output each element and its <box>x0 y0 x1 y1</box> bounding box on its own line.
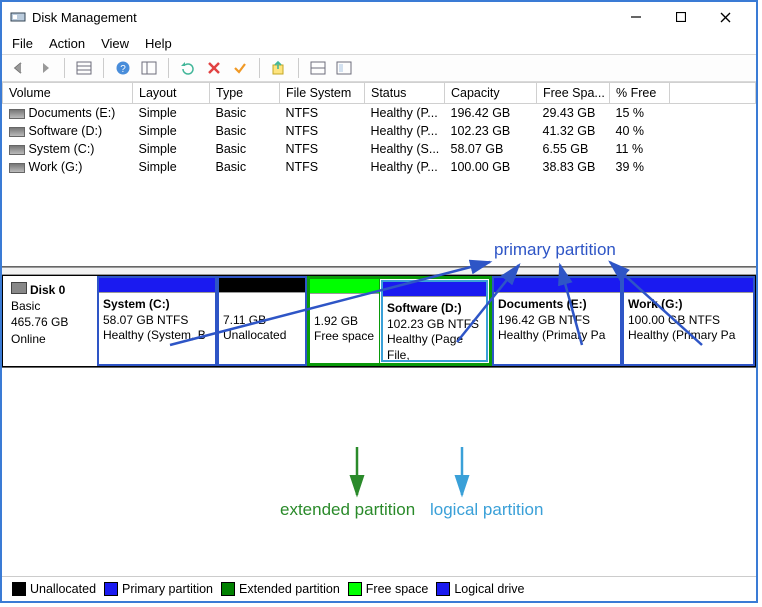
legend-swatch-unallocated <box>12 582 26 596</box>
col-free[interactable]: Free Spa... <box>537 83 610 104</box>
close-button[interactable] <box>703 3 748 31</box>
disk-management-window: Disk Management File Action View Help ? <box>0 0 758 603</box>
maximize-button[interactable] <box>658 3 703 31</box>
volume-table[interactable]: Volume Layout Type File System Status Ca… <box>2 82 756 267</box>
volume-icon <box>9 145 25 155</box>
forward-button[interactable] <box>34 57 56 79</box>
show-hide-tree-button[interactable] <box>73 57 95 79</box>
table-row[interactable]: Software (D:)SimpleBasicNTFSHealthy (P..… <box>3 122 756 140</box>
partition-extended[interactable]: 1.92 GBFree space Software (D:)102.23 GB… <box>307 276 492 366</box>
menu-help[interactable]: Help <box>145 36 172 51</box>
menu-action[interactable]: Action <box>49 36 85 51</box>
apply-button[interactable] <box>229 57 251 79</box>
legend-swatch-primary <box>104 582 118 596</box>
export-button[interactable] <box>268 57 290 79</box>
partition-work-g[interactable]: Work (G:)100.00 GB NTFSHealthy (Primary … <box>622 276 755 366</box>
partition-unallocated[interactable]: 7.11 GBUnallocated <box>217 276 307 366</box>
partition-documents-e[interactable]: Documents (E:)196.42 GB NTFSHealthy (Pri… <box>492 276 622 366</box>
partition-system-c[interactable]: System (C:)58.07 GB NTFSHealthy (System,… <box>97 276 217 366</box>
col-status[interactable]: Status <box>365 83 445 104</box>
col-pct[interactable]: % Free <box>610 83 670 104</box>
menubar: File Action View Help <box>2 32 756 54</box>
volume-icon <box>9 163 25 173</box>
minimize-button[interactable] <box>613 3 658 31</box>
annotation-logical: logical partition <box>430 500 543 520</box>
delete-button[interactable] <box>203 57 225 79</box>
toolbar: ? <box>2 54 756 82</box>
menu-view[interactable]: View <box>101 36 129 51</box>
back-button[interactable] <box>8 57 30 79</box>
col-volume[interactable]: Volume <box>3 83 133 104</box>
menu-file[interactable]: File <box>12 36 33 51</box>
table-row[interactable]: System (C:)SimpleBasicNTFSHealthy (S...5… <box>3 140 756 158</box>
col-type[interactable]: Type <box>210 83 280 104</box>
disk-icon <box>11 282 27 294</box>
volume-icon <box>9 109 25 119</box>
legend-swatch-free <box>348 582 362 596</box>
refresh-button[interactable] <box>177 57 199 79</box>
col-blank[interactable] <box>670 83 756 104</box>
svg-text:?: ? <box>120 64 126 75</box>
partition-software-d[interactable]: Software (D:)102.23 GB NTFSHealthy (Page… <box>381 280 488 362</box>
annotation-extended: extended partition <box>280 500 415 520</box>
splitter[interactable] <box>2 267 756 275</box>
legend: Unallocated Primary partition Extended p… <box>2 576 756 601</box>
col-fs[interactable]: File System <box>280 83 365 104</box>
disk-map: Disk 0 Basic 465.76 GB Online System (C:… <box>2 275 756 368</box>
window-title: Disk Management <box>32 10 137 25</box>
disk-header[interactable]: Disk 0 Basic 465.76 GB Online <box>2 275 97 367</box>
col-capacity[interactable]: Capacity <box>445 83 537 104</box>
table-row[interactable]: Work (G:)SimpleBasicNTFSHealthy (P...100… <box>3 158 756 176</box>
legend-swatch-logical <box>436 582 450 596</box>
volume-icon <box>9 127 25 137</box>
legend-swatch-extended <box>221 582 235 596</box>
titlebar: Disk Management <box>2 2 756 32</box>
table-row[interactable]: Documents (E:)SimpleBasicNTFSHealthy (P.… <box>3 104 756 123</box>
properties-button[interactable] <box>333 57 355 79</box>
col-layout[interactable]: Layout <box>133 83 210 104</box>
disk-list-button[interactable] <box>307 57 329 79</box>
settings-list-button[interactable] <box>138 57 160 79</box>
help-button[interactable]: ? <box>112 57 134 79</box>
window-controls <box>613 3 748 31</box>
app-icon <box>10 9 26 25</box>
